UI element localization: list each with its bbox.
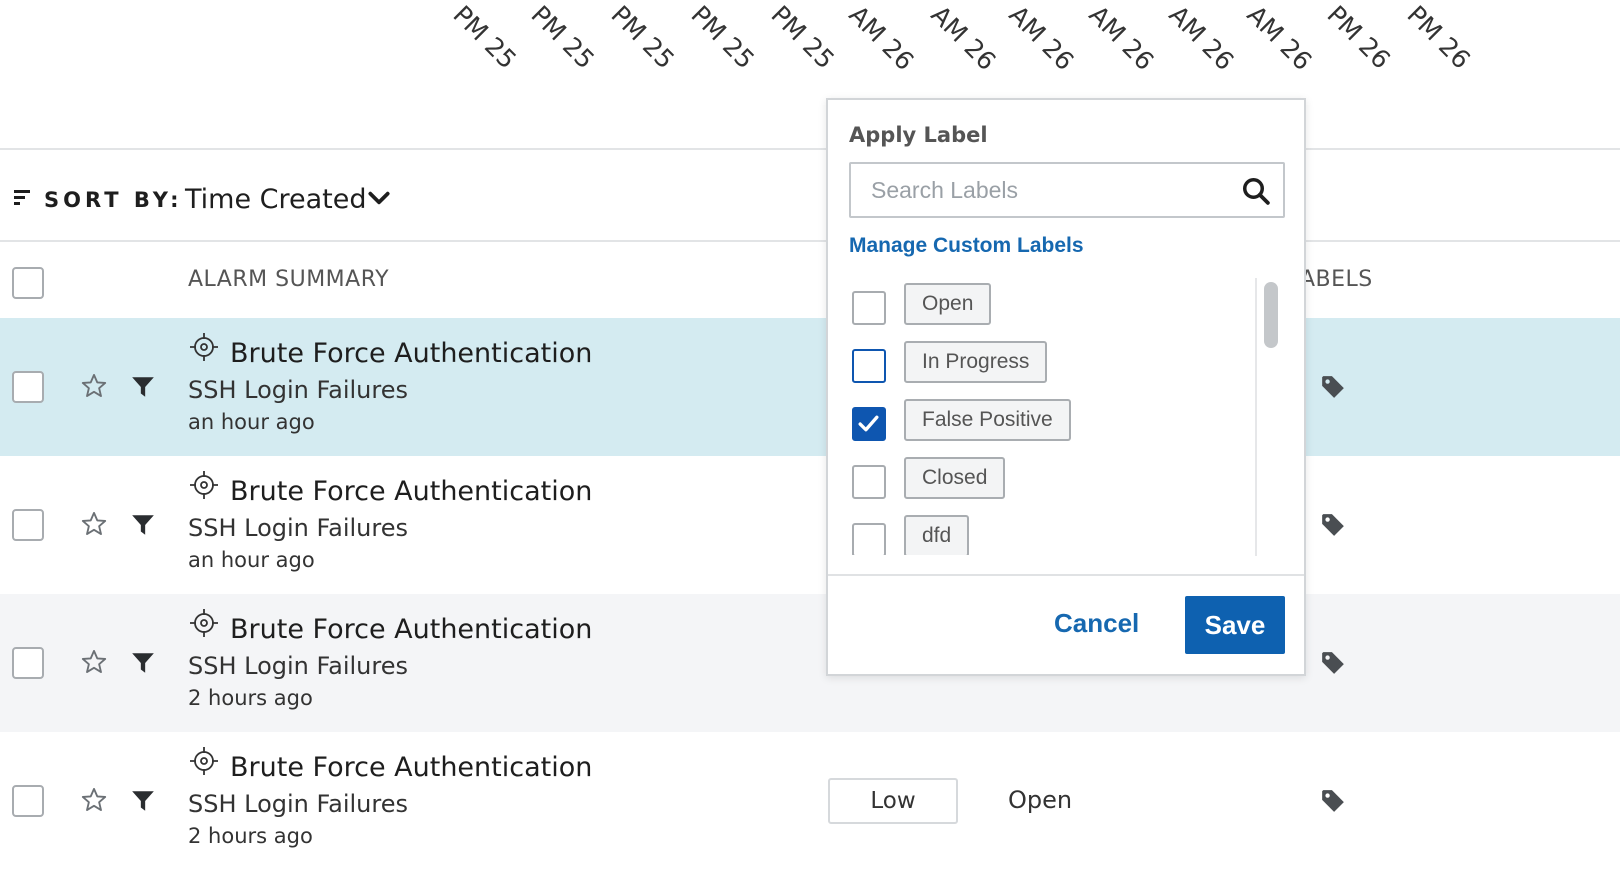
search-box: [849, 162, 1285, 218]
filter-icon[interactable]: [130, 788, 156, 814]
row-checkbox[interactable]: [12, 647, 44, 679]
alarm-title[interactable]: Brute Force Authentication: [230, 476, 592, 507]
label-pill: In Progress: [904, 341, 1048, 383]
sort-by-dropdown[interactable]: Time Created: [185, 184, 367, 215]
label-pill: dfd: [904, 515, 970, 555]
manage-custom-labels-link[interactable]: Manage Custom Labels: [849, 234, 1084, 258]
alarm-time: an hour ago: [188, 410, 315, 434]
timeline-tick: PM 25: [605, 0, 681, 75]
table-row[interactable]: Brute Force Authentication SSH Login Fai…: [0, 318, 1620, 456]
dropdown-title: Apply Label: [849, 123, 988, 147]
label-checkbox[interactable]: [852, 291, 886, 325]
alarm-time: an hour ago: [188, 548, 315, 572]
table-header: ALARM SUMMARY ABELS: [0, 242, 1620, 318]
timeline-tick: PM 25: [685, 0, 761, 75]
severity-badge: Low: [828, 778, 958, 824]
filter-icon[interactable]: [130, 650, 156, 676]
target-icon: [190, 471, 218, 499]
label-pill: Open: [904, 283, 992, 325]
timeline-tick: AM 26: [1003, 0, 1080, 76]
column-alarm-summary[interactable]: ALARM SUMMARY: [188, 267, 389, 292]
alarm-title[interactable]: Brute Force Authentication: [230, 614, 592, 645]
label-pill: False Positive: [904, 399, 1071, 441]
alarm-subtitle: SSH Login Failures: [188, 514, 408, 542]
alarm-subtitle: SSH Login Failures: [188, 790, 408, 818]
row-checkbox[interactable]: [12, 785, 44, 817]
tag-icon[interactable]: [1320, 788, 1346, 814]
row-checkbox[interactable]: [12, 371, 44, 403]
timeline-tick: AM 26: [1241, 0, 1318, 76]
status-text: Open: [1008, 786, 1073, 814]
alarm-subtitle: SSH Login Failures: [188, 652, 408, 680]
sort-by-label: SORT BY:: [44, 188, 183, 212]
label-pill: Closed: [904, 457, 1006, 499]
apply-label-dropdown: Apply Label Manage Custom Labels Open In…: [826, 98, 1306, 676]
alarm-title[interactable]: Brute Force Authentication: [230, 338, 592, 369]
row-checkbox[interactable]: [12, 509, 44, 541]
table-row[interactable]: Brute Force Authentication SSH Login Fai…: [0, 732, 1620, 870]
timeline-tick: AM 26: [1163, 0, 1240, 76]
filter-icon[interactable]: [130, 512, 156, 538]
timeline-tick: AM 26: [1083, 0, 1160, 76]
alarm-title[interactable]: Brute Force Authentication: [230, 752, 592, 783]
checkmark-icon: [858, 415, 879, 432]
tag-icon[interactable]: [1320, 650, 1346, 676]
timeline-tick: PM 26: [1321, 0, 1397, 75]
timeline-tick: PM 25: [525, 0, 601, 75]
star-icon[interactable]: [80, 648, 108, 676]
label-checkbox[interactable]: [852, 523, 886, 555]
timeline-tick: PM 25: [447, 0, 523, 75]
target-icon: [190, 747, 218, 775]
select-all-checkbox[interactable]: [12, 267, 44, 299]
target-icon: [190, 609, 218, 637]
scrollbar-thumb[interactable]: [1264, 282, 1278, 348]
scrollbar-track: [1255, 278, 1257, 556]
alarm-subtitle: SSH Login Failures: [188, 376, 408, 404]
timeline-axis: PM 25 PM 25 PM 25 PM 25 PM 25 AM 26 AM 2…: [0, 0, 1620, 150]
search-icon[interactable]: [1241, 176, 1271, 206]
label-checkbox[interactable]: [852, 465, 886, 499]
timeline-tick: PM 25: [765, 0, 841, 75]
star-icon[interactable]: [80, 510, 108, 538]
dropdown-divider: [828, 574, 1304, 576]
timeline-tick: AM 26: [925, 0, 1002, 76]
filter-icon[interactable]: [130, 374, 156, 400]
cancel-button[interactable]: Cancel: [1054, 608, 1139, 639]
alarm-time: 2 hours ago: [188, 824, 313, 848]
save-button[interactable]: Save: [1185, 596, 1285, 654]
timeline-tick: PM 26: [1401, 0, 1477, 75]
star-icon[interactable]: [80, 786, 108, 814]
table-row[interactable]: Brute Force Authentication SSH Login Fai…: [0, 456, 1620, 594]
timeline-tick: AM 26: [843, 0, 920, 76]
chevron-down-icon[interactable]: [366, 185, 392, 211]
table-row[interactable]: Brute Force Authentication SSH Login Fai…: [0, 594, 1620, 732]
target-icon: [190, 333, 218, 361]
tag-icon[interactable]: [1320, 512, 1346, 538]
search-labels-input[interactable]: [851, 164, 1231, 216]
sort-lines-icon: [14, 190, 30, 206]
sort-bar: SORT BY: Time Created: [0, 150, 1620, 242]
tag-icon[interactable]: [1320, 374, 1346, 400]
alarm-time: 2 hours ago: [188, 686, 313, 710]
label-checkbox[interactable]: [852, 407, 886, 441]
label-options-list[interactable]: Open In Progress False Positive Closed d…: [828, 275, 1282, 555]
column-labels[interactable]: ABELS: [1300, 267, 1373, 292]
star-icon[interactable]: [80, 372, 108, 400]
label-checkbox[interactable]: [852, 349, 886, 383]
